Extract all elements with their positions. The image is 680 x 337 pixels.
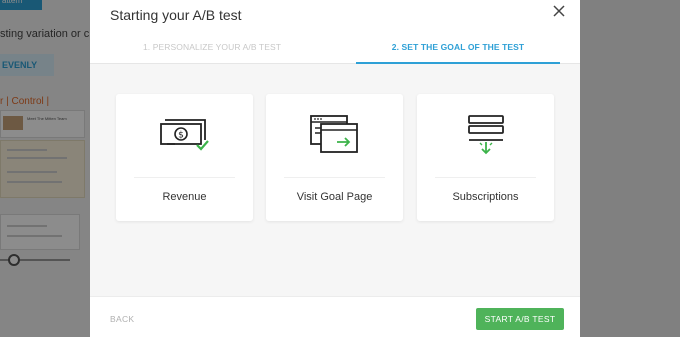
goal-card-subscriptions[interactable]: Subscriptions: [417, 94, 554, 221]
card-divider: [284, 177, 385, 178]
subscriptions-icon: [417, 114, 554, 156]
wizard-steps: 1. PERSONALIZE YOUR A/B TEST 2. SET THE …: [90, 33, 580, 64]
goal-label-subscriptions: Subscriptions: [452, 191, 519, 203]
goal-label-revenue: Revenue: [162, 191, 207, 203]
browser-arrow-icon: [266, 114, 403, 156]
back-button[interactable]: BACK: [110, 314, 134, 324]
card-divider: [435, 177, 536, 178]
svg-text:$: $: [178, 131, 184, 141]
ab-test-modal: Starting your A/B test 1. PERSONALIZE YO…: [90, 0, 580, 337]
goal-card-visit-page[interactable]: Visit Goal Page: [266, 94, 403, 221]
tab-personalize[interactable]: 1. PERSONALIZE YOUR A/B TEST: [110, 33, 314, 64]
goal-card-revenue[interactable]: $ Revenue: [116, 94, 253, 221]
close-icon[interactable]: [550, 2, 568, 20]
goal-label-visit-page: Visit Goal Page: [296, 191, 373, 203]
modal-title: Starting your A/B test: [110, 7, 242, 23]
money-check-icon: $: [116, 114, 253, 156]
tab-set-goal[interactable]: 2. SET THE GOAL OF THE TEST: [356, 33, 560, 64]
modal-footer: BACK START A/B TEST: [90, 296, 580, 337]
start-ab-test-button[interactable]: START A/B TEST: [476, 308, 564, 330]
card-divider: [134, 177, 235, 178]
goal-options: $ Revenue Visit Goal Page Subscriptions: [90, 64, 580, 296]
